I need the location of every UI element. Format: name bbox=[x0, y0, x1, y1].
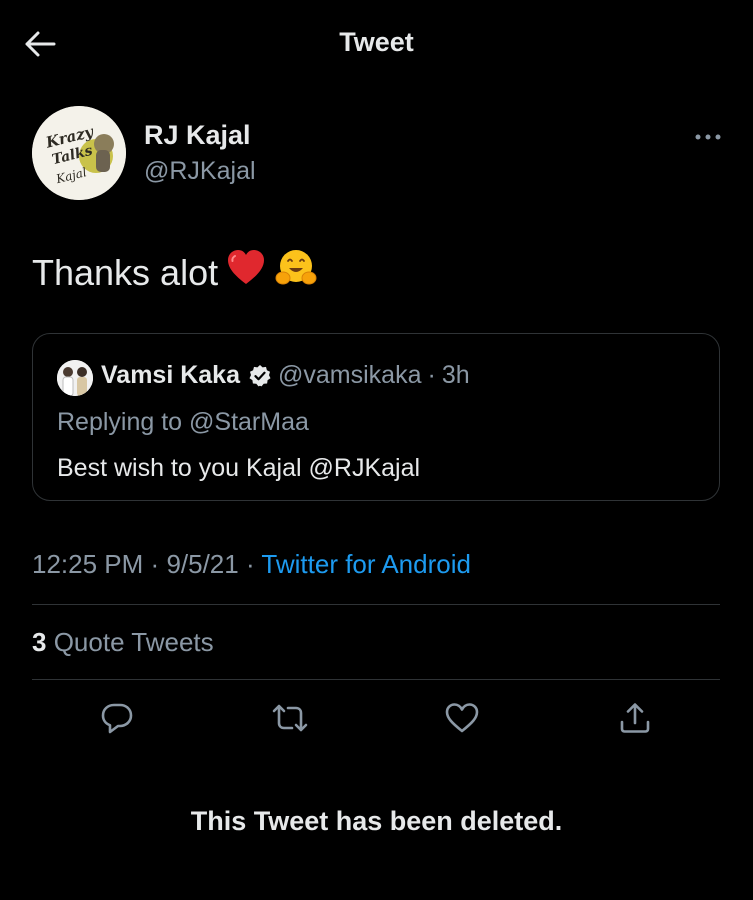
quoted-separator: · bbox=[427, 361, 436, 389]
tweet-time: 12:25 PM bbox=[32, 549, 144, 579]
like-button[interactable] bbox=[440, 698, 484, 742]
quoted-author-name: Vamsi Kaka bbox=[101, 361, 240, 389]
tweet-source-link[interactable]: Twitter for Android bbox=[261, 549, 471, 579]
avatar[interactable]: Krazy Talks Kajal bbox=[32, 106, 126, 200]
quoted-replying-to: Replying to @StarMaa bbox=[57, 408, 309, 436]
divider bbox=[32, 604, 720, 605]
tweet-date: 9/5/21 bbox=[166, 549, 239, 579]
meta-separator: · bbox=[150, 549, 160, 579]
quoted-tweet-card[interactable]: Vamsi Kaka @vamsikaka · 3h Replying to @… bbox=[32, 333, 720, 501]
deleted-tweet-notice: This Tweet has been deleted. bbox=[190, 806, 563, 836]
reply-button[interactable] bbox=[95, 698, 139, 742]
quote-count-number: 3 bbox=[32, 627, 47, 657]
quoted-avatar[interactable] bbox=[57, 360, 93, 396]
quoted-time: 3h bbox=[441, 361, 470, 389]
quoted-header: Vamsi Kaka @vamsikaka · 3h bbox=[101, 361, 470, 390]
more-options-button[interactable] bbox=[688, 124, 728, 148]
tweet-text: Thanks alot bbox=[32, 251, 219, 293]
quote-count-label: Quote Tweets bbox=[53, 627, 214, 657]
retweet-icon bbox=[270, 702, 310, 739]
meta-separator: · bbox=[245, 549, 255, 579]
tweet-text-line: Thanks alot bbox=[32, 248, 318, 297]
reply-icon bbox=[100, 702, 134, 739]
hugging-face-icon bbox=[274, 248, 318, 297]
share-button[interactable] bbox=[613, 698, 657, 742]
divider bbox=[32, 679, 720, 680]
red-heart-icon bbox=[226, 249, 266, 296]
page-title: Tweet bbox=[339, 27, 414, 57]
verified-badge-icon bbox=[248, 364, 272, 388]
more-icon bbox=[695, 127, 721, 145]
like-icon bbox=[444, 702, 480, 739]
author-handle[interactable]: @RJKajal bbox=[144, 157, 256, 186]
retweet-button[interactable] bbox=[268, 698, 312, 742]
author-name[interactable]: RJ Kajal bbox=[144, 120, 251, 151]
quote-tweets-count[interactable]: 3 Quote Tweets bbox=[32, 627, 214, 658]
quoted-author-handle: @vamsikaka bbox=[278, 361, 422, 389]
quoted-text: Best wish to you Kajal @RJKajal bbox=[57, 454, 421, 482]
tweet-meta: 12:25 PM · 9/5/21 · Twitter for Android bbox=[32, 549, 471, 580]
share-icon bbox=[618, 701, 652, 740]
